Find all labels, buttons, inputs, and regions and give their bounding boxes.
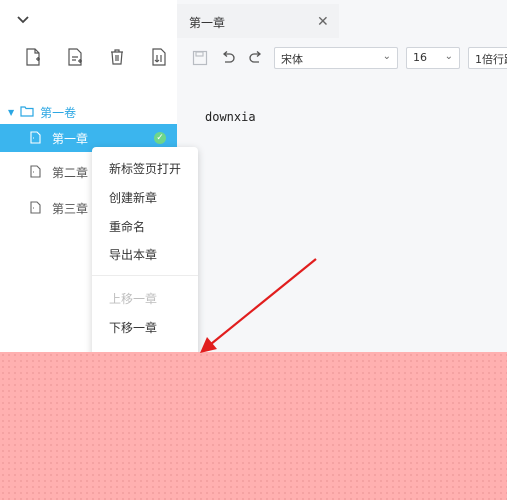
annotation-arrow-icon — [200, 258, 317, 353]
